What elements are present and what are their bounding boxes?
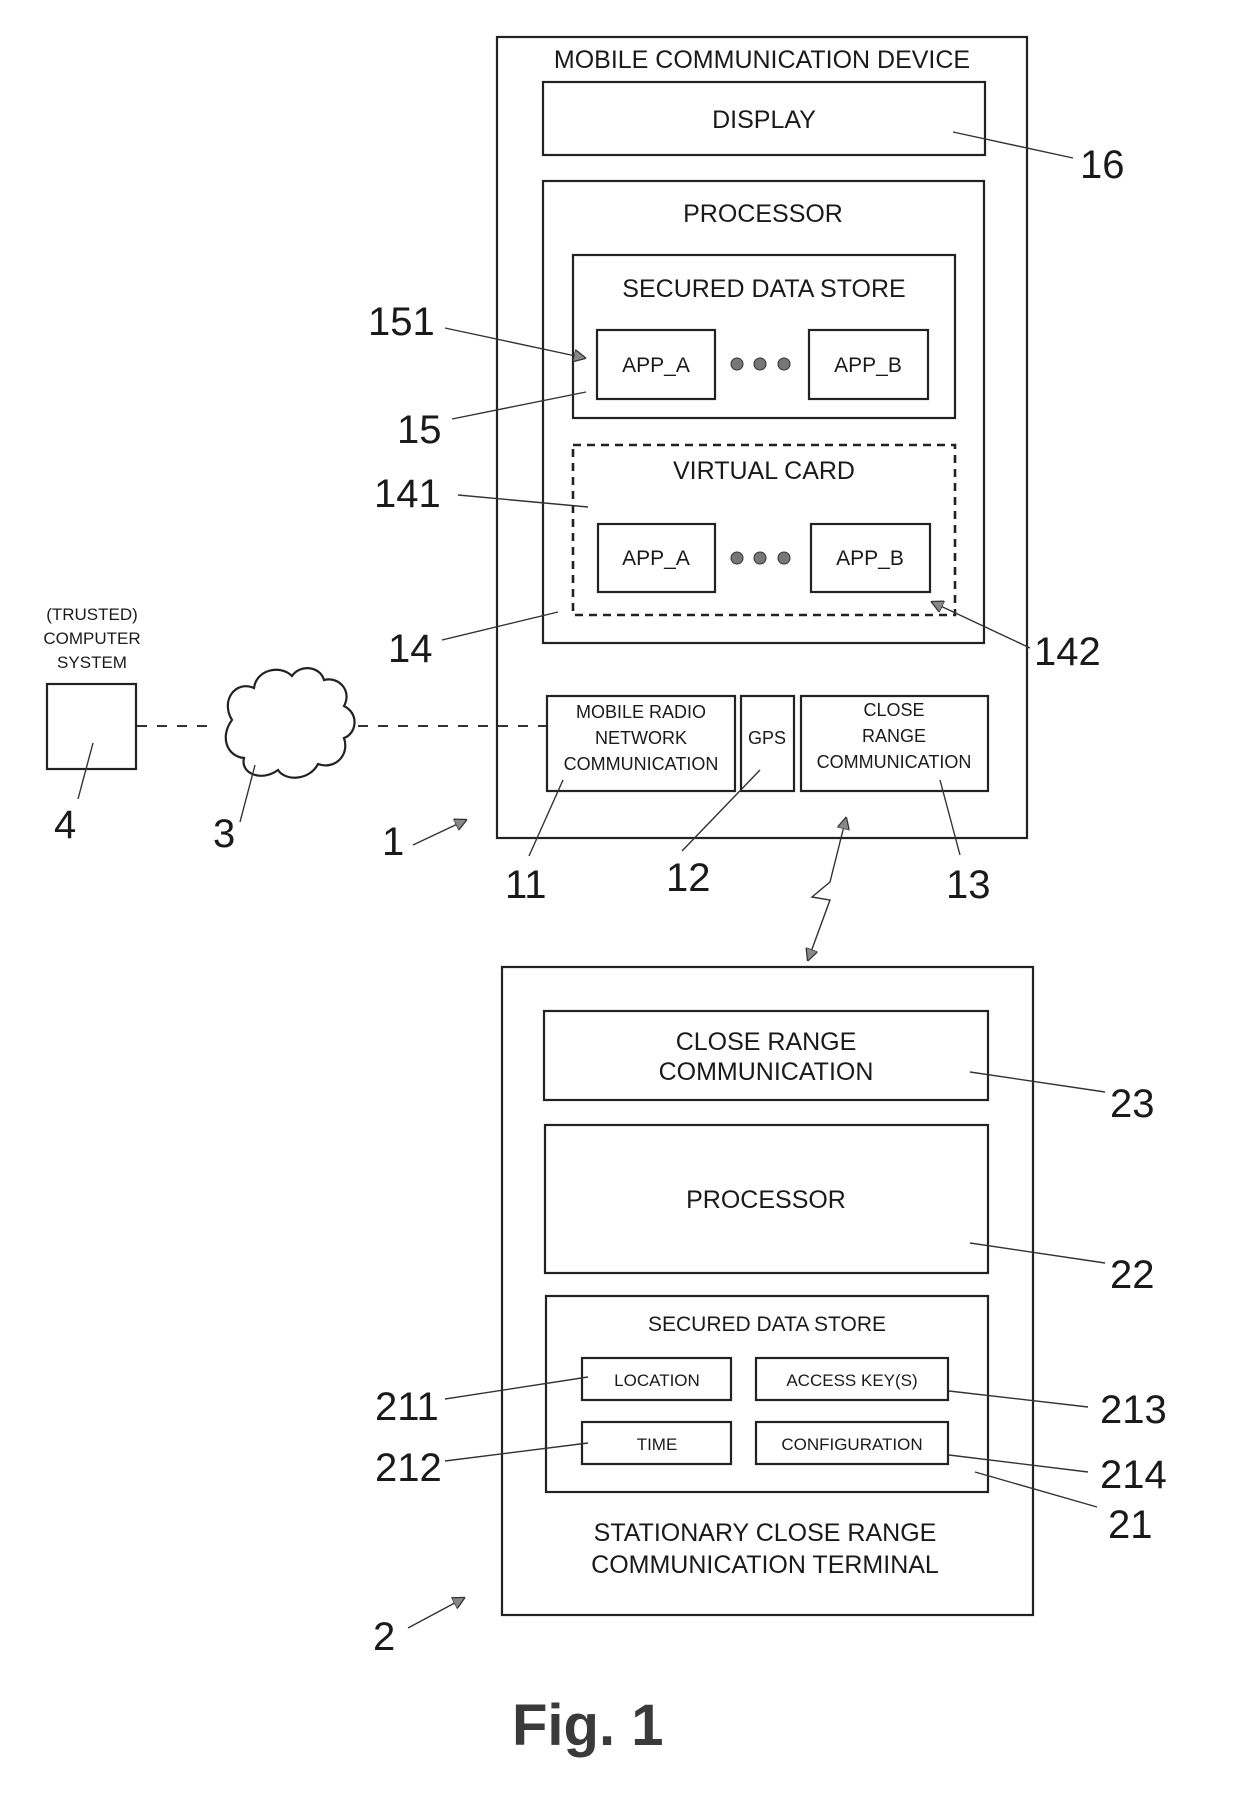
close-range-line-2: RANGE <box>862 726 926 746</box>
mobile-communication-device: MOBILE COMMUNICATION DEVICE DISPLAY PROC… <box>495 35 1029 840</box>
leader-line <box>77 742 94 800</box>
ref-11: 11 <box>505 863 547 907</box>
computer-label-line-1: (TRUSTED) <box>46 605 138 624</box>
ellipsis-dot <box>730 551 744 565</box>
ellipsis-dot <box>730 357 744 371</box>
ref-213: 213 <box>1100 1388 1167 1432</box>
vc-app-b-label: APP_B <box>836 547 904 570</box>
patent-figure: MOBILE COMMUNICATION DEVICE DISPLAY PROC… <box>43 35 1167 1758</box>
leader-line <box>969 1071 1106 1093</box>
time-label: TIME <box>637 1435 678 1454</box>
configuration-label: CONFIGURATION <box>781 1435 922 1454</box>
computer-box <box>45 682 138 771</box>
computer-label-line-2: COMPUTER <box>43 629 140 648</box>
leader-line <box>974 1471 1098 1508</box>
computer-label-line-3: SYSTEM <box>57 653 127 672</box>
ref-3: 3 <box>213 812 235 856</box>
wireless-link <box>808 818 846 960</box>
ref-15: 15 <box>397 408 442 452</box>
leader-line <box>451 391 587 420</box>
terminal-title-line-2: COMMUNICATION TERMINAL <box>591 1551 939 1579</box>
ellipsis-dot <box>753 551 767 565</box>
virtual-card-label: VIRTUAL CARD <box>673 457 855 485</box>
close-range-module: CLOSE RANGE COMMUNICATION <box>799 694 990 793</box>
processor-block: PROCESSOR SECURED DATA STORE APP_A APP_B… <box>541 179 986 645</box>
terminal-title-line-1: STATIONARY CLOSE RANGE <box>594 1519 937 1547</box>
ref-12: 12 <box>666 856 711 900</box>
display-label: DISPLAY <box>712 106 816 134</box>
terminal-processor-block: PROCESSOR <box>543 1123 990 1275</box>
vc-app-a-label: APP_A <box>622 547 690 570</box>
sds-app-b-label: APP_B <box>834 354 902 377</box>
location-label: LOCATION <box>614 1371 700 1390</box>
cloud-icon <box>224 667 356 779</box>
terminal-sds-label: SECURED DATA STORE <box>648 1313 886 1336</box>
gps-module: GPS <box>739 694 796 793</box>
figure-caption: Fig. 1 <box>512 1693 663 1758</box>
leader-line <box>948 1454 1089 1473</box>
virtual-card-block: VIRTUAL CARD APP_A APP_B <box>571 443 957 617</box>
trusted-computer-system: (TRUSTED) COMPUTER SYSTEM 4 <box>43 605 140 847</box>
leader-arrow <box>412 820 466 846</box>
ref-14: 14 <box>388 627 433 671</box>
leader-line <box>457 494 589 508</box>
terminal-close-range-line-2: COMMUNICATION <box>659 1058 874 1086</box>
network-cloud: 3 <box>213 667 356 856</box>
mobile-radio-line-3: COMMUNICATION <box>564 754 719 774</box>
ref-16: 16 <box>1080 143 1125 187</box>
leader-line <box>948 1390 1089 1408</box>
mobile-radio-module: MOBILE RADIO NETWORK COMMUNICATION <box>545 694 737 793</box>
ref-22: 22 <box>1110 1253 1155 1297</box>
display-block: DISPLAY <box>541 80 987 157</box>
ref-142: 142 <box>1034 630 1101 674</box>
secured-data-store-label: SECURED DATA STORE <box>622 275 905 303</box>
ref-23: 23 <box>1110 1082 1155 1126</box>
close-range-line-3: COMMUNICATION <box>817 752 972 772</box>
access-keys-label: ACCESS KEY(S) <box>786 1371 917 1390</box>
ref-1: 1 <box>382 820 404 864</box>
leader-line <box>441 611 559 641</box>
ref-4: 4 <box>54 803 76 847</box>
terminal-processor-label: PROCESSOR <box>686 1186 846 1214</box>
processor-label: PROCESSOR <box>683 200 843 228</box>
terminal-secured-data-store: SECURED DATA STORE LOCATION TIME ACCESS … <box>544 1294 990 1494</box>
leader-line <box>239 764 256 823</box>
lightning-arrow-icon <box>808 818 846 960</box>
ref-141: 141 <box>374 472 441 516</box>
leader-arrow <box>444 327 585 358</box>
ref-151: 151 <box>368 300 435 344</box>
ellipsis-dot <box>777 551 791 565</box>
ref-211: 211 <box>375 1385 439 1429</box>
sds-app-a-label: APP_A <box>622 354 690 377</box>
ref-2: 2 <box>373 1615 395 1659</box>
terminal-close-range-block: CLOSE RANGE COMMUNICATION <box>542 1009 990 1102</box>
stationary-terminal: CLOSE RANGE COMMUNICATION PROCESSOR SECU… <box>500 965 1035 1617</box>
leader-arrow <box>407 1598 464 1629</box>
processor-box <box>541 179 986 645</box>
terminal-close-range-line-1: CLOSE RANGE <box>676 1028 857 1056</box>
mobile-device-title: MOBILE COMMUNICATION DEVICE <box>554 46 970 74</box>
ellipsis-dot <box>753 357 767 371</box>
ref-21: 21 <box>1108 1503 1153 1547</box>
gps-label: GPS <box>748 728 786 748</box>
mobile-radio-line-2: NETWORK <box>595 728 687 748</box>
ref-214: 214 <box>1100 1453 1167 1497</box>
ref-212: 212 <box>375 1446 442 1490</box>
ellipsis-dot <box>777 357 791 371</box>
close-range-line-1: CLOSE <box>863 700 924 720</box>
secured-data-store-block: SECURED DATA STORE APP_A APP_B <box>571 253 957 420</box>
leader-line <box>444 1442 589 1462</box>
mobile-radio-line-1: MOBILE RADIO <box>576 702 706 722</box>
leader-arrow <box>932 602 1031 649</box>
leader-line <box>969 1242 1106 1264</box>
ref-13: 13 <box>946 863 991 907</box>
leader-line <box>444 1376 589 1400</box>
